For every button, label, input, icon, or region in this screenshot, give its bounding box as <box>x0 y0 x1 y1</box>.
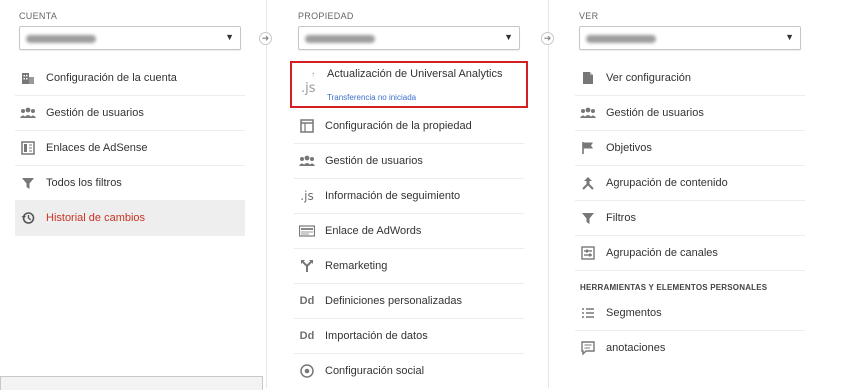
column-divider <box>266 0 267 388</box>
menu-item-gestion-usuarios[interactable]: Gestión de usuarios <box>294 144 524 179</box>
menu-item-label: Enlaces de AdSense <box>46 142 148 154</box>
arrow-right-icon: ➜ <box>259 32 272 45</box>
tools-section-header: HERRAMIENTAS Y ELEMENTOS PERSONALES <box>580 283 768 292</box>
channels-icon <box>580 245 596 261</box>
caret-down-icon: ▼ <box>504 32 513 42</box>
menu-item-configuracion-propiedad[interactable]: Configuración de la propiedad <box>294 109 524 144</box>
menu-item-label: Configuración de la cuenta <box>46 72 177 84</box>
ua-upgrade-wrapper: .js ↑ Actualización de Universal Analyti… <box>290 61 528 109</box>
redacted-view-name <box>586 35 656 43</box>
users-icon <box>580 105 596 121</box>
connector-propiedad-ver: ➜ <box>537 25 577 51</box>
ver-select[interactable]: ▼ <box>579 26 801 50</box>
ver-column: VER ▼ Ver configuración Gestión de usuar… <box>575 0 805 365</box>
menu-item-todos-filtros[interactable]: Todos los filtros <box>15 166 245 201</box>
cuenta-column: CUENTA ▼ Configuración de la cuenta Gest… <box>15 0 245 236</box>
menu-item-label: Gestión de usuarios <box>46 107 144 119</box>
menu-item-label: Importación de datos <box>325 330 428 342</box>
propiedad-header: PROPIEDAD <box>298 11 354 21</box>
cuenta-header: CUENTA <box>19 11 58 21</box>
upgrade-arrow-icon: ↑ <box>311 70 315 79</box>
column-divider <box>548 0 549 388</box>
menu-item-label: Todos los filtros <box>46 177 122 189</box>
social-icon <box>299 363 315 379</box>
document-icon <box>580 70 596 86</box>
arrow-right-icon: ➜ <box>541 32 554 45</box>
menu-item-label: Segmentos <box>606 307 662 319</box>
menu-item-agrupacion-canales[interactable]: Agrupación de canales <box>575 236 805 271</box>
remarketing-icon <box>299 258 315 274</box>
menu-item-configuracion-social[interactable]: Configuración social <box>294 354 524 388</box>
users-icon <box>20 105 36 121</box>
caret-down-icon: ▼ <box>225 32 234 42</box>
ua-upgrade-item[interactable]: .js ↑ Actualización de Universal Analyti… <box>290 61 528 108</box>
menu-item-gestion-usuarios[interactable]: Gestión de usuarios <box>15 96 245 131</box>
annotations-icon <box>580 340 596 356</box>
dd-icon: Dd <box>299 295 315 307</box>
connector-cuenta-propiedad: ➜ <box>255 25 295 51</box>
users-icon <box>299 153 315 169</box>
cuenta-select[interactable]: ▼ <box>19 26 241 50</box>
menu-item-agrupacion-contenido[interactable]: Agrupación de contenido <box>575 166 805 201</box>
menu-item-label: Filtros <box>606 212 636 224</box>
menu-item-label: Objetivos <box>606 142 652 154</box>
menu-item-segmentos[interactable]: Segmentos <box>575 296 805 331</box>
menu-item-objetivos[interactable]: Objetivos <box>575 131 805 166</box>
menu-item-importacion-datos[interactable]: Dd Importación de datos <box>294 319 524 354</box>
menu-item-anotaciones[interactable]: anotaciones <box>575 331 805 365</box>
ua-upgrade-status[interactable]: Transferencia no iniciada <box>327 93 416 102</box>
menu-item-label: Gestión de usuarios <box>325 155 423 167</box>
menu-item-label: Ver configuración <box>606 72 691 84</box>
adsense-icon <box>20 140 36 156</box>
segments-icon <box>580 305 596 321</box>
menu-item-label: Enlace de AdWords <box>325 225 422 237</box>
dd-icon: Dd <box>299 330 315 342</box>
menu-item-label: Historial de cambios <box>46 212 146 224</box>
propiedad-select[interactable]: ▼ <box>298 26 520 50</box>
menu-item-label: Información de seguimiento <box>325 190 461 202</box>
menu-item-enlaces-adsense[interactable]: Enlaces de AdSense <box>15 131 245 166</box>
history-icon <box>20 210 36 226</box>
menu-item-label: Configuración de la propiedad <box>325 120 472 132</box>
flag-icon <box>580 140 596 156</box>
building-icon <box>20 70 36 86</box>
menu-item-enlace-adwords[interactable]: Enlace de AdWords <box>294 214 524 249</box>
menu-item-label: Definiciones personalizadas <box>325 295 462 307</box>
menu-item-label: Agrupación de contenido <box>606 177 728 189</box>
menu-item-filtros[interactable]: Filtros <box>575 201 805 236</box>
menu-item-label: Remarketing <box>325 260 388 272</box>
window-icon <box>299 118 315 134</box>
menu-item-ver-configuracion[interactable]: Ver configuración <box>575 61 805 96</box>
menu-item-configuracion-cuenta[interactable]: Configuración de la cuenta <box>15 61 245 96</box>
ver-header: VER <box>579 11 599 21</box>
js-icon: .js <box>300 189 314 203</box>
ua-upgrade-title: Actualización de Universal Analytics <box>327 68 503 80</box>
adwords-icon <box>299 223 315 239</box>
menu-item-informacion-seguimiento[interactable]: .js Información de seguimiento <box>294 179 524 214</box>
js-icon: .js <box>301 81 316 96</box>
menu-item-label: Configuración social <box>325 365 425 377</box>
filter-icon <box>580 210 596 226</box>
grouping-icon <box>580 175 596 191</box>
menu-item-label: Gestión de usuarios <box>606 107 704 119</box>
propiedad-column: PROPIEDAD ▼ .js ↑ Actualización de Unive… <box>290 0 528 388</box>
redacted-property-name <box>305 35 375 43</box>
menu-item-definiciones-personalizadas[interactable]: Dd Definiciones personalizadas <box>294 284 524 319</box>
menu-item-gestion-usuarios[interactable]: Gestión de usuarios <box>575 96 805 131</box>
menu-item-remarketing[interactable]: Remarketing <box>294 249 524 284</box>
menu-item-label: Agrupación de canales <box>606 247 718 259</box>
menu-item-label: anotaciones <box>606 342 666 354</box>
menu-item-historial-cambios[interactable]: Historial de cambios <box>15 201 245 236</box>
filter-icon <box>20 175 36 191</box>
redacted-account-name <box>26 35 96 43</box>
caret-down-icon: ▼ <box>785 32 794 42</box>
